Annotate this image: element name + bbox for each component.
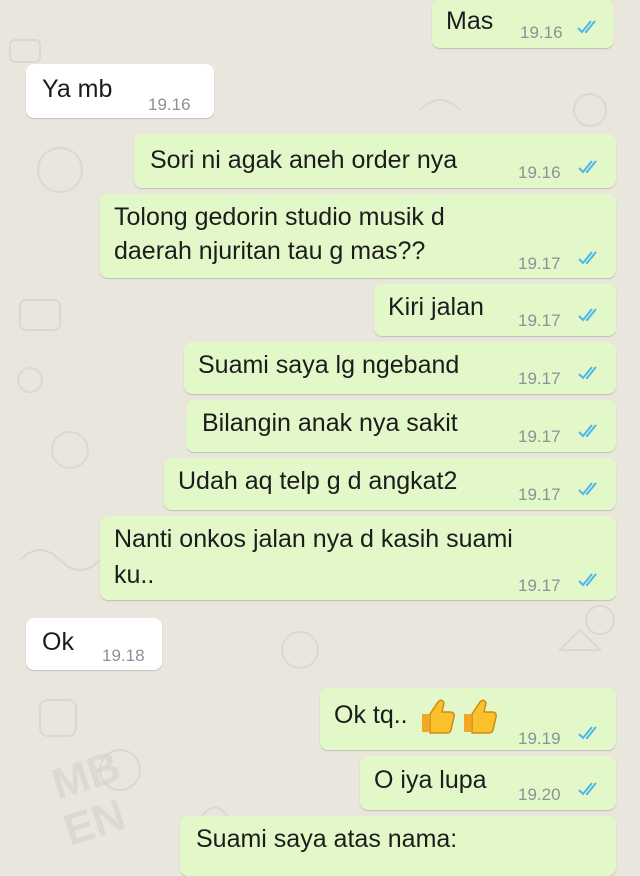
chat-message-outgoing[interactable]: Bilangin anak nya sakit 19.17 [186,400,616,452]
message-text: Ok [42,628,74,656]
chat-message-incoming[interactable]: Ok 19.18 [26,618,162,670]
chat-message-outgoing[interactable]: Mas 19.16 [432,0,614,48]
chat-message-outgoing[interactable]: O iya lupa 19.20 [360,756,616,810]
message-timestamp: 19.17 [518,254,561,273]
read-receipt-icon [578,251,600,265]
message-text: Suami saya atas nama: [196,825,458,853]
message-text: Ok tq.. [334,701,408,729]
message-text-line: daerah njuritan tau g mas?? [114,237,426,265]
thumbs-up-icon [416,696,456,745]
message-text: Sori ni agak aneh order nya [150,146,458,174]
read-receipt-icon [578,160,600,174]
message-timestamp: 19.17 [518,311,561,330]
chat-message-outgoing[interactable]: Udah aq telp g d angkat2 19.17 [164,458,616,510]
message-timestamp: 19.16 [520,23,563,42]
message-text-line: Nanti onkos jalan nya d kasih suami [114,525,513,553]
read-receipt-icon [578,482,600,496]
thumbs-up-icon [458,696,498,745]
message-text: O iya lupa [374,766,487,794]
message-timestamp: 19.17 [518,485,561,504]
chat-message-outgoing[interactable]: Suami saya lg ngeband 19.17 [184,342,616,394]
chat-message-outgoing[interactable]: Ok tq.. 19.19 [320,688,616,750]
chat-message-outgoing[interactable]: Nanti onkos jalan nya d kasih suami ku..… [100,516,616,600]
chat-message-incoming[interactable]: Ya mb 19.16 [26,64,214,118]
read-receipt-icon [578,782,600,796]
message-timestamp: 19.16 [148,95,191,114]
message-text: Ya mb [42,75,113,103]
chat-message-outgoing[interactable]: Sori ni agak aneh order nya 19.16 [134,134,616,188]
read-receipt-icon [578,726,600,740]
chat-message-outgoing[interactable]: Suami saya atas nama: [180,816,616,876]
message-timestamp: 19.17 [518,369,561,388]
chat-message-outgoing[interactable]: Kiri jalan 19.17 [374,284,616,336]
read-receipt-icon [578,573,600,587]
read-receipt-icon [578,424,600,438]
message-timestamp: 19.17 [518,576,561,595]
message-timestamp: 19.19 [518,729,561,748]
message-text: Udah aq telp g d angkat2 [178,467,458,495]
message-text: Bilangin anak nya sakit [202,409,458,437]
message-timestamp: 19.16 [518,163,561,182]
message-timestamp: 19.17 [518,427,561,446]
message-text-line: Tolong gedorin studio musik d [114,203,445,231]
message-timestamp: 19.20 [518,785,561,804]
message-timestamp: 19.18 [102,646,145,665]
message-text: Mas [446,7,494,35]
read-receipt-icon [578,366,600,380]
message-text-line: ku.. [114,561,155,589]
read-receipt-icon [577,20,599,34]
chat-message-outgoing[interactable]: Tolong gedorin studio musik d daerah nju… [100,194,616,278]
message-text: Suami saya lg ngeband [198,351,460,379]
message-text: Kiri jalan [388,293,484,321]
read-receipt-icon [578,308,600,322]
